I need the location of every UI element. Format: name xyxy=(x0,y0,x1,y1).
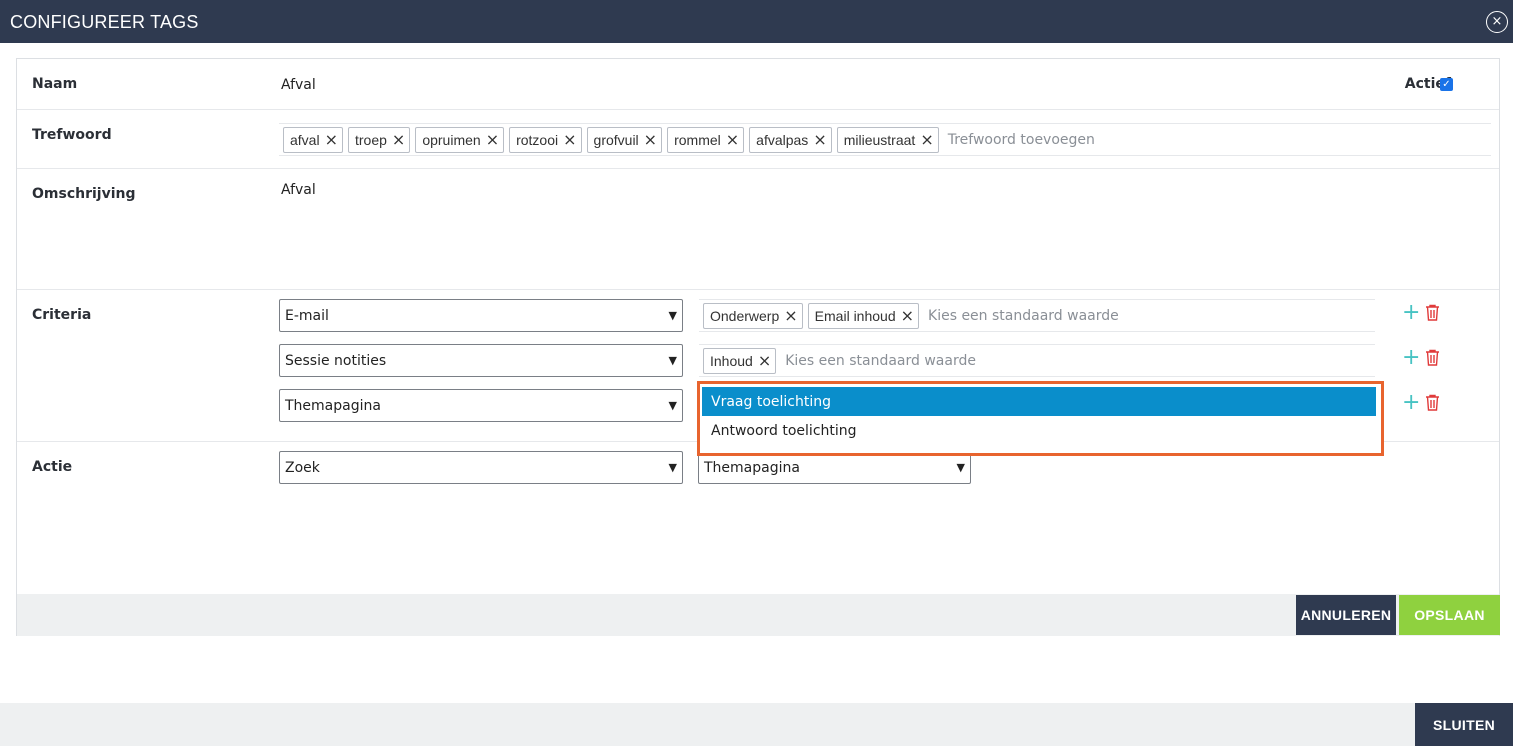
remove-tag-icon[interactable]: × xyxy=(486,131,499,148)
tag-label: Email inhoud xyxy=(814,307,896,324)
dialog-footer: SLUITEN xyxy=(0,703,1513,746)
tag-chip: grofvuil × xyxy=(586,126,663,153)
dialog-title: CONFIGUREER TAGS xyxy=(10,12,199,32)
tag-label: rotzooi xyxy=(516,131,559,148)
remove-tag-icon[interactable]: × xyxy=(920,131,933,148)
remove-tag-icon[interactable]: × xyxy=(644,131,657,148)
tag-label: opruimen xyxy=(422,131,481,148)
tag-chip: Onderwerp × xyxy=(703,302,803,329)
remove-tag-icon[interactable]: × xyxy=(901,307,914,324)
tag-label: rommel xyxy=(674,131,721,148)
dropdown-option[interactable]: Antwoord toelichting xyxy=(702,416,1376,445)
tag-input-placeholder[interactable]: Trefwoord toevoegen xyxy=(948,132,1095,148)
chevron-down-icon: ▼ xyxy=(668,399,677,412)
tag-label: troep xyxy=(354,131,387,148)
criteria-select-2[interactable]: Sessie notities ▼ xyxy=(279,344,683,377)
chevron-down-icon: ▼ xyxy=(668,461,677,474)
remove-tag-icon[interactable]: × xyxy=(813,131,826,148)
tag-input-placeholder[interactable]: Kies een standaard waarde xyxy=(928,308,1119,324)
save-button[interactable]: OPSLAAN xyxy=(1399,595,1500,635)
actie-label: Actie xyxy=(32,459,73,475)
row-divider xyxy=(17,168,1499,169)
criteria-value-dropdown: Vraag toelichting Antwoord toelichting xyxy=(697,381,1384,456)
trefwoord-tag-input[interactable]: afval × troep × opruimen × rotzooi × grofvuil × ro… xyxy=(279,123,1491,156)
criteria-select-3[interactable]: Themapagina ▼ xyxy=(279,389,683,422)
remove-tag-icon[interactable]: × xyxy=(726,131,739,148)
plus-icon[interactable]: + xyxy=(1402,302,1420,324)
actie-select[interactable]: Zoek ▼ xyxy=(279,451,683,484)
dropdown-option[interactable]: Vraag toelichting xyxy=(702,387,1376,416)
tag-label: afvalpas xyxy=(756,131,809,148)
remove-tag-icon[interactable]: × xyxy=(758,352,771,369)
criteria-select-1[interactable]: E-mail ▼ xyxy=(279,299,683,332)
tag-input-placeholder[interactable]: Kies een standaard waarde xyxy=(785,353,976,369)
tag-chip: milieustraat × xyxy=(836,126,939,153)
criteria-value-input-2[interactable]: Inhoud × Kies een standaard waarde xyxy=(699,344,1375,377)
tag-chip: rommel × xyxy=(667,126,745,153)
row-divider xyxy=(17,109,1499,110)
naam-label: Naam xyxy=(32,76,78,92)
row-divider xyxy=(17,289,1499,290)
panel-footer: ANNULEREN OPSLAAN xyxy=(17,594,1500,636)
tag-label: milieustraat xyxy=(843,131,916,148)
remove-tag-icon[interactable]: × xyxy=(392,131,405,148)
naam-value[interactable]: Afval xyxy=(281,77,316,93)
close-icon[interactable]: × xyxy=(1486,11,1508,33)
remove-tag-icon[interactable]: × xyxy=(563,131,576,148)
tag-label: afval xyxy=(290,131,320,148)
close-button[interactable]: SLUITEN xyxy=(1415,703,1513,746)
criteria-label: Criteria xyxy=(32,307,92,323)
chevron-down-icon: ▼ xyxy=(956,461,965,474)
dialog-titlebar: CONFIGUREER TAGS × xyxy=(0,0,1513,43)
plus-icon[interactable]: + xyxy=(1402,347,1420,369)
trash-icon[interactable] xyxy=(1425,304,1440,325)
tag-chip: rotzooi × xyxy=(509,126,582,153)
criteria-value-input-1[interactable]: Onderwerp × Email inhoud × Kies een standaar… xyxy=(699,299,1375,332)
tag-chip: troep × xyxy=(347,126,411,153)
chevron-down-icon: ▼ xyxy=(668,309,677,322)
trash-icon[interactable] xyxy=(1425,349,1440,370)
tag-chip: Inhoud × xyxy=(703,347,777,374)
plus-icon[interactable]: + xyxy=(1402,392,1420,414)
tag-label: grofvuil xyxy=(593,131,639,148)
chevron-down-icon: ▼ xyxy=(668,354,677,367)
actief-checkbox[interactable]: ✓ xyxy=(1440,78,1453,91)
tag-chip: afvalpas × xyxy=(749,126,832,153)
tag-config-panel: Naam Afval Actief ✓ Trefwoord afval × troe… xyxy=(16,58,1500,636)
trash-icon[interactable] xyxy=(1425,394,1440,415)
cancel-button[interactable]: ANNULEREN xyxy=(1296,595,1396,635)
tag-label: Onderwerp xyxy=(710,307,780,324)
trefwoord-label: Trefwoord xyxy=(32,127,112,143)
tag-label: Inhoud xyxy=(710,352,753,369)
omschrijving-label: Omschrijving xyxy=(32,186,136,202)
remove-tag-icon[interactable]: × xyxy=(325,131,338,148)
tag-chip: afval × xyxy=(283,126,343,153)
remove-tag-icon[interactable]: × xyxy=(784,307,797,324)
omschrijving-value[interactable]: Afval xyxy=(281,182,316,198)
tag-chip: Email inhoud × xyxy=(807,302,920,329)
tag-chip: opruimen × xyxy=(415,126,505,153)
